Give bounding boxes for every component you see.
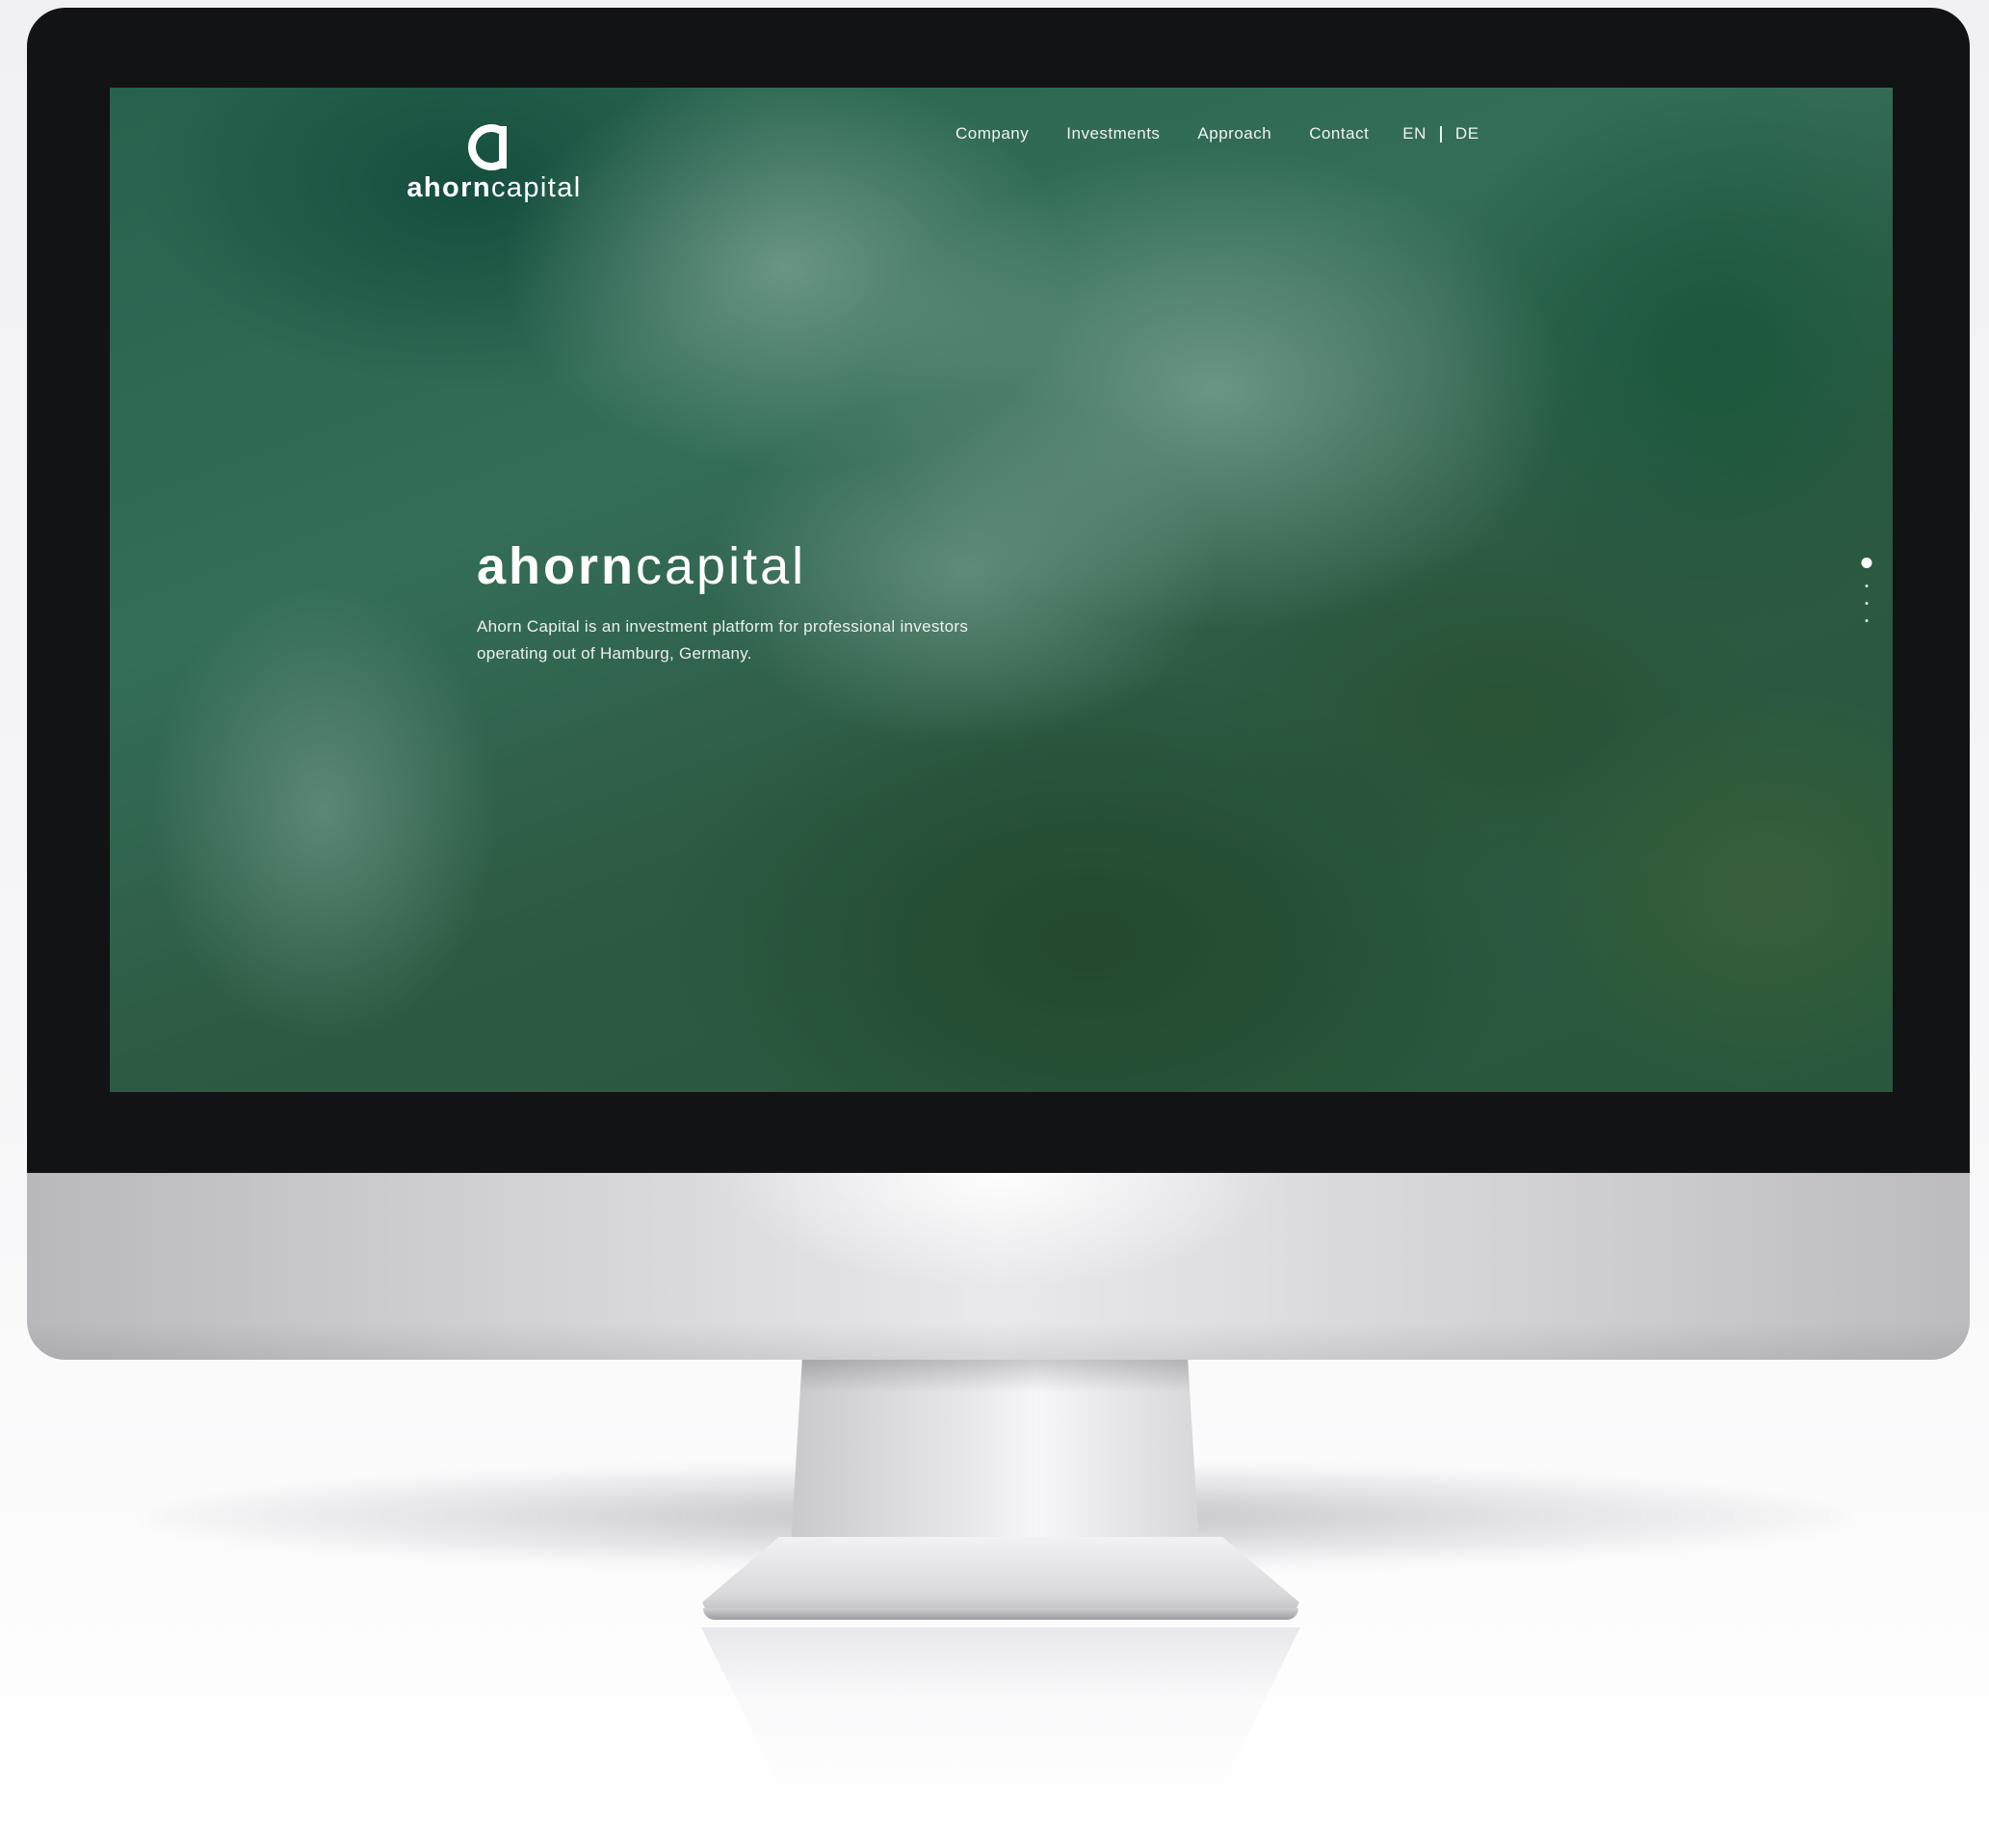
hero-title-capital: capital xyxy=(636,537,807,595)
lang-en[interactable]: EN xyxy=(1402,124,1426,143)
hero-description: Ahorn Capital is an investment platform … xyxy=(477,617,969,663)
slider-pagination xyxy=(1861,558,1872,654)
logo-word-ahorn: ahorn xyxy=(406,172,491,203)
main-nav: Company Investments Approach Contact EN … xyxy=(955,124,1479,143)
logo-word-capital: capital xyxy=(490,172,582,203)
hero-title-ahorn: ahorn xyxy=(477,537,637,595)
slider-dot-3[interactable] xyxy=(1865,602,1869,605)
monitor-stand-neck xyxy=(790,1360,1200,1562)
imac-monitor: ahorncapital Company Investments Approac… xyxy=(27,8,1970,1360)
brand-logo[interactable]: ahorncapital xyxy=(393,118,595,202)
website-screen: ahorncapital Company Investments Approac… xyxy=(110,88,1893,1092)
language-switcher: EN DE xyxy=(1402,124,1479,143)
nav-investments[interactable]: Investments xyxy=(1066,124,1160,143)
stand-reflection xyxy=(701,1627,1300,1810)
mockup-stage: ahorncapital Company Investments Approac… xyxy=(0,0,1989,1848)
slider-dot-2[interactable] xyxy=(1865,585,1869,587)
lang-de[interactable]: DE xyxy=(1455,124,1479,143)
monitor-stand-base-edge xyxy=(703,1608,1298,1620)
nav-company[interactable]: Company xyxy=(955,124,1029,143)
nav-contact[interactable]: Contact xyxy=(1309,124,1369,143)
logo-mark-icon xyxy=(468,124,507,170)
slider-dot-4[interactable] xyxy=(1865,619,1869,622)
logo-wordmark: ahorncapital xyxy=(393,174,595,202)
lang-separator xyxy=(1439,125,1442,143)
nav-approach[interactable]: Approach xyxy=(1197,124,1271,143)
monitor-chin xyxy=(27,1173,1970,1360)
hero-section: ahorncapital Ahorn Capital is an investm… xyxy=(477,540,1016,684)
hero-title: ahorncapital xyxy=(477,540,1016,592)
slider-dot-1[interactable] xyxy=(1861,558,1872,568)
monitor-bezel: ahorncapital Company Investments Approac… xyxy=(27,8,1970,1173)
